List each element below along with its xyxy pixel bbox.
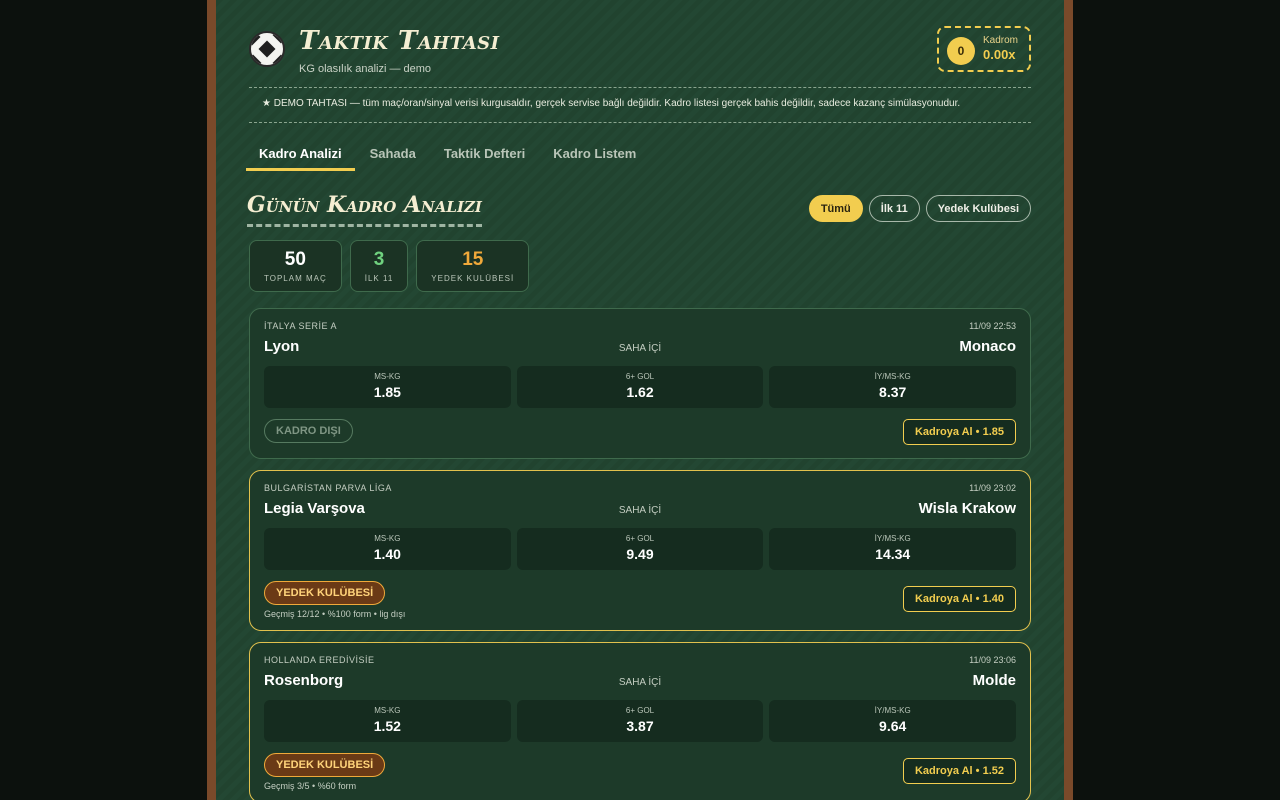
filter-all[interactable]: Tümü bbox=[808, 195, 863, 222]
odds-row: MS-KG 1.52 6+ GOL 3.87 İY/MS-KG 9.64 bbox=[264, 700, 1017, 742]
filter-bench[interactable]: Yedek Kulübesi bbox=[925, 195, 1031, 222]
odd-ms-kg[interactable]: MS-KG 1.52 bbox=[264, 700, 511, 742]
tab-taktik-defteri[interactable]: Taktik Defteri bbox=[431, 140, 538, 171]
tab-kadro-analizi[interactable]: Kadro Analizi bbox=[246, 140, 355, 171]
odd-6-plus-goal[interactable]: 6+ GOL 1.62 bbox=[516, 366, 764, 408]
match-card: İTALYA SERİE A 11/09 22:53 Lyon SAHA İÇİ… bbox=[249, 308, 1031, 459]
odd-label: İY/MS-KG bbox=[874, 372, 911, 381]
wallet-value: 0.00x bbox=[983, 47, 1016, 62]
stat-total-matches: 50 TOPLAM MAÇ bbox=[249, 240, 342, 292]
away-team: Monaco bbox=[959, 338, 1016, 355]
odd-6-plus-goal[interactable]: 6+ GOL 9.49 bbox=[516, 528, 764, 570]
form-text: Geçmiş 3/5 • %60 form bbox=[264, 781, 357, 791]
app-title: Taktik Tahtası bbox=[299, 26, 500, 56]
tab-kadro-listem[interactable]: Kadro Listem bbox=[540, 140, 649, 171]
match-card: BULGARİSTAN PARVA LİGA 11/09 23:02 Legia… bbox=[249, 470, 1031, 631]
stat-value: 3 bbox=[373, 249, 385, 270]
section-title: Günün Kadro Analizi bbox=[247, 192, 482, 227]
away-team: Molde bbox=[972, 672, 1016, 689]
stat-value: 15 bbox=[462, 249, 484, 270]
add-to-squad-button[interactable]: Kadroya Al • 1.52 bbox=[902, 758, 1016, 784]
squad-wallet[interactable]: 0 Kadrom 0.00x bbox=[937, 26, 1031, 72]
match-league: HOLLANDA EREDİVİSİE bbox=[264, 655, 375, 665]
odd-value: 8.37 bbox=[879, 384, 907, 400]
odd-value: 1.52 bbox=[373, 718, 401, 734]
match-status: SAHA İÇİ bbox=[618, 343, 662, 354]
odd-value: 1.62 bbox=[626, 384, 654, 400]
away-team: Wisla Krakow bbox=[918, 500, 1016, 517]
odd-value: 14.34 bbox=[875, 546, 911, 562]
odd-label: 6+ GOL bbox=[625, 372, 655, 381]
odd-label: 6+ GOL bbox=[625, 706, 655, 715]
wallet-label: Kadrom bbox=[983, 35, 1019, 46]
odds-row: MS-KG 1.85 6+ GOL 1.62 İY/MS-KG 8.37 bbox=[264, 366, 1017, 408]
tactic-board: Taktik Tahtası KG olasılık analizi — dem… bbox=[216, 0, 1064, 800]
odd-label: MS-KG bbox=[374, 706, 401, 715]
form-text: Geçmiş 12/12 • %100 form • lig dışı bbox=[264, 609, 406, 619]
stat-value: 50 bbox=[284, 249, 306, 270]
odd-label: MS-KG bbox=[374, 372, 401, 381]
odd-ms-kg[interactable]: MS-KG 1.85 bbox=[264, 366, 511, 408]
odd-label: İY/MS-KG bbox=[874, 706, 911, 715]
odd-label: MS-KG bbox=[374, 534, 401, 543]
status-badge: YEDEK KULÜBESİ bbox=[264, 753, 386, 777]
match-time: 11/09 23:06 bbox=[969, 655, 1016, 665]
coin-icon: 0 bbox=[947, 37, 975, 65]
odd-label: İY/MS-KG bbox=[874, 534, 911, 543]
odd-iy-ms-kg[interactable]: İY/MS-KG 9.64 bbox=[769, 700, 1017, 742]
odd-label: 6+ GOL bbox=[625, 534, 655, 543]
match-list: İTALYA SERİE A 11/09 22:53 Lyon SAHA İÇİ… bbox=[249, 308, 1031, 800]
filter-starting-eleven[interactable]: İlk 11 bbox=[868, 195, 920, 222]
odd-value: 9.49 bbox=[626, 546, 654, 562]
app-subtitle: KG olasılık analizi — demo bbox=[299, 63, 432, 75]
board-frame: Taktik Tahtası KG olasılık analizi — dem… bbox=[207, 0, 1073, 800]
match-league: BULGARİSTAN PARVA LİGA bbox=[264, 483, 392, 493]
odd-value: 1.85 bbox=[373, 384, 401, 400]
odd-6-plus-goal[interactable]: 6+ GOL 3.87 bbox=[516, 700, 764, 742]
soccer-ball-icon bbox=[249, 31, 285, 67]
stat-starting-eleven: 3 İLK 11 bbox=[349, 240, 409, 292]
odd-iy-ms-kg[interactable]: İY/MS-KG 8.37 bbox=[769, 366, 1017, 408]
odds-row: MS-KG 1.40 6+ GOL 9.49 İY/MS-KG 14.34 bbox=[264, 528, 1017, 570]
match-time: 11/09 23:02 bbox=[969, 483, 1016, 493]
stat-bench: 15 YEDEK KULÜBESİ bbox=[416, 240, 530, 292]
stat-label: TOPLAM MAÇ bbox=[264, 274, 327, 283]
odd-value: 9.64 bbox=[879, 718, 907, 734]
add-to-squad-button[interactable]: Kadroya Al • 1.85 bbox=[902, 419, 1016, 445]
status-badge: KADRO DIŞI bbox=[264, 419, 353, 443]
match-card: HOLLANDA EREDİVİSİE 11/09 23:06 Rosenbor… bbox=[249, 642, 1031, 800]
demo-notice: ★ DEMO TAHTASI — tüm maç/oran/sinyal ver… bbox=[249, 87, 1031, 123]
add-to-squad-button[interactable]: Kadroya Al • 1.40 bbox=[902, 586, 1016, 612]
tab-sahada[interactable]: Sahada bbox=[357, 140, 429, 171]
stat-label: YEDEK KULÜBESİ bbox=[431, 274, 515, 283]
odd-ms-kg[interactable]: MS-KG 1.40 bbox=[264, 528, 511, 570]
filter-group: Tümü İlk 11 Yedek Kulübesi bbox=[808, 195, 1031, 222]
match-status: SAHA İÇİ bbox=[618, 677, 662, 688]
odd-iy-ms-kg[interactable]: İY/MS-KG 14.34 bbox=[769, 528, 1017, 570]
stats-row: 50 TOPLAM MAÇ 3 İLK 11 15 YEDEK KULÜBESİ bbox=[249, 240, 530, 292]
match-time: 11/09 22:53 bbox=[969, 321, 1016, 331]
main-tabs: Kadro Analizi Sahada Taktik Defteri Kadr… bbox=[246, 140, 651, 172]
odd-value: 1.40 bbox=[373, 546, 401, 562]
status-badge: YEDEK KULÜBESİ bbox=[264, 581, 386, 605]
odd-value: 3.87 bbox=[626, 718, 654, 734]
match-league: İTALYA SERİE A bbox=[264, 321, 338, 331]
app-header: Taktik Tahtası KG olasılık analizi — dem… bbox=[249, 26, 1031, 76]
match-status: SAHA İÇİ bbox=[618, 505, 662, 516]
stat-label: İLK 11 bbox=[364, 274, 394, 283]
